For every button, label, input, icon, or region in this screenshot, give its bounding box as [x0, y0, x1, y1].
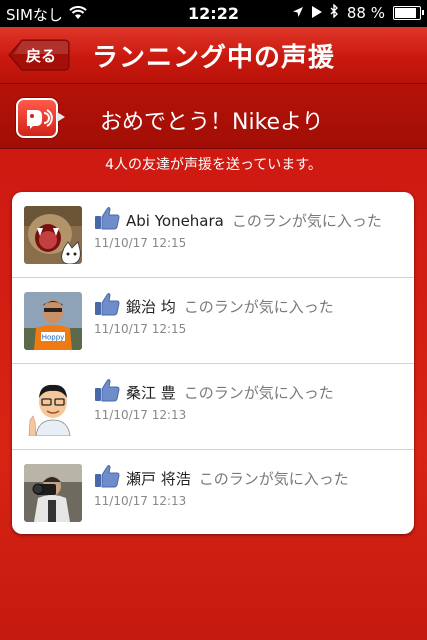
- battery-icon: [393, 6, 424, 20]
- list-item[interactable]: Hoppy 鍛治 均このランが気に入った 11/10/17 12:15: [12, 278, 414, 364]
- svg-text:Hoppy: Hoppy: [42, 334, 65, 342]
- cheer-time: 12:15: [151, 322, 187, 336]
- camera-avatar: [24, 464, 82, 522]
- cheer-message: このランが気に入った: [198, 470, 349, 488]
- page-title: ランニング中の声援: [92, 43, 336, 73]
- bluetooth-icon: [330, 3, 339, 22]
- cheer-time: 12:13: [151, 494, 187, 508]
- friend-name: 桑江 豊: [126, 384, 176, 402]
- cheer-message: このランが気に入った: [231, 212, 382, 230]
- thumbs-up-icon: [94, 378, 120, 406]
- nav-bar: 戻る ランニング中の声援: [0, 27, 427, 84]
- cheer-date: 11/10/17: [94, 322, 148, 336]
- cheer-count-text: 4人の友達が声援を送っています。: [105, 157, 322, 173]
- cheer-time: 12:13: [151, 408, 187, 422]
- list-item[interactable]: Abi Yonehara このランが気に入った 11/10/17 12:15: [12, 192, 414, 278]
- thumbs-up-icon: [94, 292, 120, 320]
- cheer-message: このランが気に入った: [183, 384, 334, 402]
- friend-name: 鍛治 均: [126, 298, 176, 316]
- thumbs-up-icon: [94, 206, 120, 234]
- play-icon: [311, 4, 322, 22]
- runner-avatar: Hoppy: [24, 292, 82, 350]
- thumbs-up-icon: [94, 464, 120, 492]
- friend-name: 瀬戸 将浩: [126, 470, 191, 488]
- banner-text: おめでとう！Nikeより: [100, 110, 324, 135]
- cheer-message: このランが気に入った: [183, 298, 334, 316]
- back-button-label: 戻る: [26, 47, 57, 65]
- battery-percent: 88 %: [346, 4, 385, 22]
- cheer-list: Abi Yonehara このランが気に入った 11/10/17 12:15 Ho…: [12, 192, 414, 534]
- cheer-date: 11/10/17: [94, 408, 148, 422]
- list-item[interactable]: 桑江 豊このランが気に入った 11/10/17 12:13: [12, 364, 414, 450]
- location-arrow-icon: [292, 4, 304, 22]
- list-item[interactable]: 瀬戸 将浩 このランが気に入った 11/10/17 12:13: [12, 450, 414, 534]
- cheer-date: 11/10/17: [94, 236, 148, 250]
- cheer-date: 11/10/17: [94, 494, 148, 508]
- status-bar: SIMなし 12:22 88 %: [0, 0, 427, 27]
- cheer-banner: おめでとう！Nikeより: [0, 84, 427, 149]
- back-button[interactable]: 戻る: [8, 39, 70, 71]
- friend-name: Abi Yonehara: [126, 212, 224, 230]
- cheer-time: 12:15: [151, 236, 187, 250]
- cheer-speaker-icon: [16, 98, 65, 138]
- cartoon-avatar: [24, 378, 82, 436]
- cat-avatar: [24, 206, 82, 264]
